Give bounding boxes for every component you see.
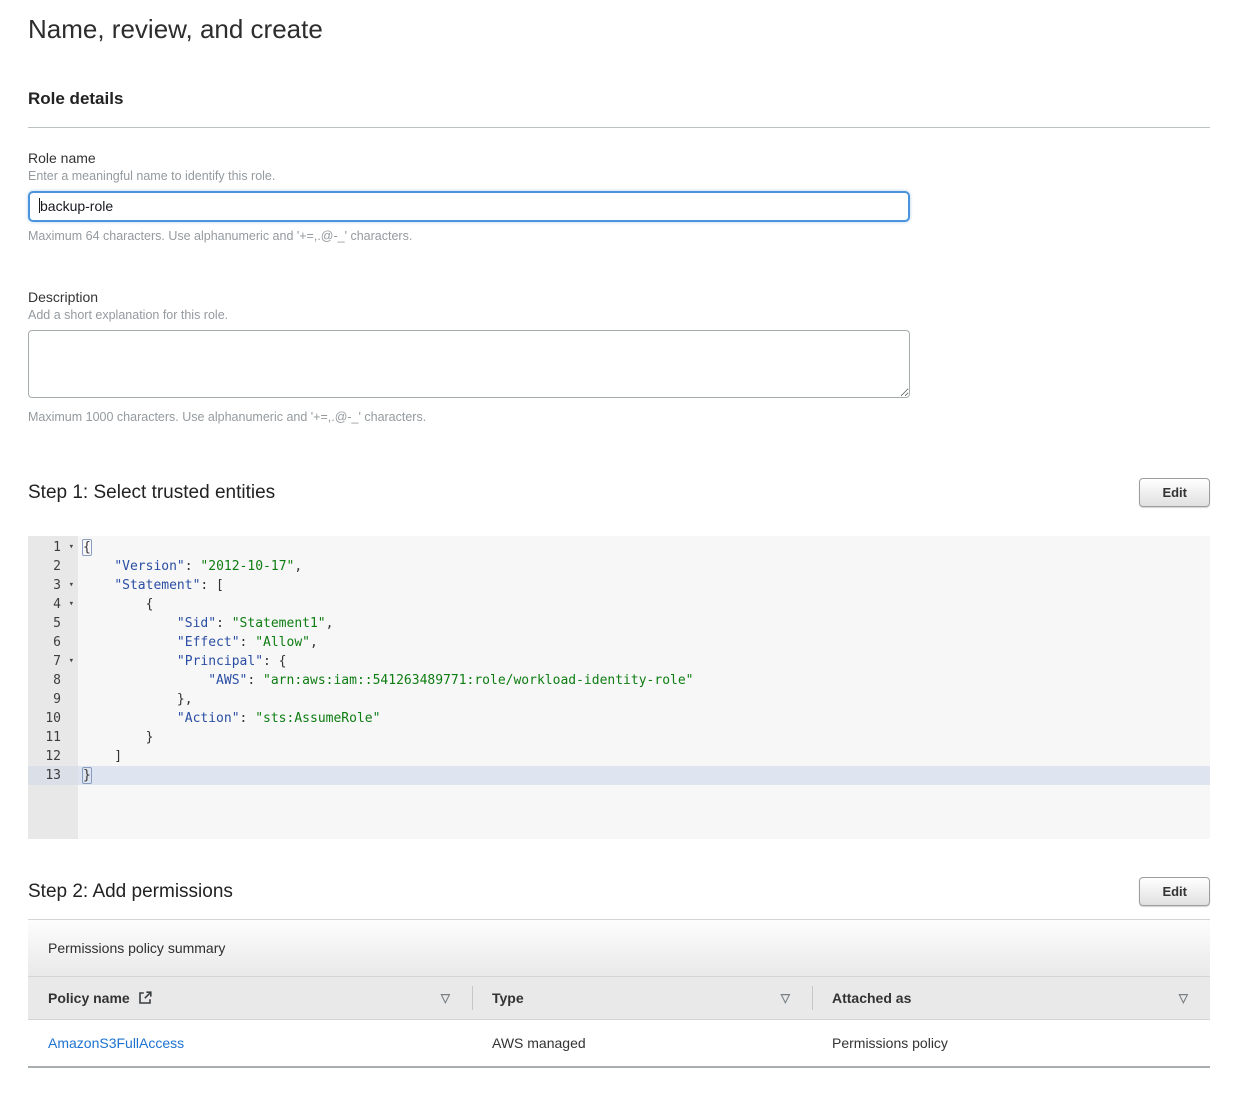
step1-edit-button[interactable]: Edit bbox=[1139, 478, 1210, 507]
attached-as-cell: Permissions policy bbox=[812, 1035, 1210, 1051]
code-line[interactable]: { bbox=[78, 595, 1210, 614]
gutter-line: 12 bbox=[28, 747, 78, 766]
step2-edit-button[interactable]: Edit bbox=[1139, 877, 1210, 906]
gutter-line: 8 bbox=[28, 671, 78, 690]
step1-heading: Step 1: Select trusted entities bbox=[28, 482, 275, 504]
filter-triangle-icon[interactable]: ▽ bbox=[441, 992, 450, 1004]
gutter-line: 3▾ bbox=[28, 576, 78, 595]
code-line[interactable]: "Effect": "Allow", bbox=[78, 633, 1210, 652]
code-line[interactable]: "AWS": "arn:aws:iam::541263489771:role/w… bbox=[78, 671, 1210, 690]
description-textarea[interactable] bbox=[28, 330, 910, 398]
section-divider bbox=[28, 127, 1210, 128]
code-line[interactable]: "Action": "sts:AssumeRole" bbox=[78, 709, 1210, 728]
gutter-line: 4▾ bbox=[28, 595, 78, 614]
gutter-line: 13 bbox=[28, 766, 78, 785]
gutter-line: 6 bbox=[28, 633, 78, 652]
step2-heading: Step 2: Add permissions bbox=[28, 881, 233, 903]
fold-arrow-icon[interactable]: ▾ bbox=[69, 653, 74, 670]
role-name-field: Role name Enter a meaningful name to ide… bbox=[28, 150, 1210, 243]
description-help: Add a short explanation for this role. bbox=[28, 308, 1210, 322]
step1-header-row: Step 1: Select trusted entities Edit bbox=[28, 478, 1210, 507]
page-title: Name, review, and create bbox=[28, 14, 1210, 45]
gutter-line: 1▾ bbox=[28, 538, 78, 557]
column-header-attached-as[interactable]: Attached as ▽ bbox=[812, 977, 1210, 1019]
role-name-input[interactable]: backup-role bbox=[28, 191, 910, 222]
role-name-value: backup-role bbox=[40, 198, 113, 214]
trust-policy-editor[interactable]: 1▾23▾4▾567▾8910111213 { "Version": "2012… bbox=[28, 536, 1210, 839]
external-link-icon bbox=[138, 991, 152, 1005]
code-line[interactable]: ] bbox=[78, 747, 1210, 766]
permissions-panel-title: Permissions policy summary bbox=[28, 920, 1210, 977]
role-name-label: Role name bbox=[28, 150, 1210, 166]
table-row: AmazonS3FullAccess AWS managed Permissio… bbox=[28, 1020, 1210, 1068]
code-line[interactable]: "Sid": "Statement1", bbox=[78, 614, 1210, 633]
policy-link[interactable]: AmazonS3FullAccess bbox=[48, 1035, 184, 1051]
fold-arrow-icon[interactable]: ▾ bbox=[69, 596, 74, 613]
fold-arrow-icon[interactable]: ▾ bbox=[69, 577, 74, 594]
filter-triangle-icon[interactable]: ▽ bbox=[1179, 992, 1188, 1004]
filter-triangle-icon[interactable]: ▽ bbox=[781, 992, 790, 1004]
column-header-policy-name[interactable]: Policy name ▽ bbox=[28, 977, 472, 1019]
description-field: Description Add a short explanation for … bbox=[28, 289, 1210, 424]
role-name-hint: Maximum 64 characters. Use alphanumeric … bbox=[28, 229, 1210, 243]
gutter-line: 7▾ bbox=[28, 652, 78, 671]
code-line[interactable]: } bbox=[78, 728, 1210, 747]
policy-type-cell: AWS managed bbox=[472, 1035, 812, 1051]
role-name-help: Enter a meaningful name to identify this… bbox=[28, 169, 1210, 183]
code-line[interactable]: "Principal": { bbox=[78, 652, 1210, 671]
gutter-line: 9 bbox=[28, 690, 78, 709]
table-header-row: Policy name ▽ Type ▽ Attached as ▽ bbox=[28, 977, 1210, 1020]
code-line[interactable]: { bbox=[78, 538, 1210, 557]
step2-header-row: Step 2: Add permissions Edit bbox=[28, 877, 1210, 906]
editor-content[interactable]: { "Version": "2012-10-17", "Statement": … bbox=[78, 536, 1210, 839]
fold-arrow-icon[interactable]: ▾ bbox=[69, 539, 74, 556]
policy-name-cell: AmazonS3FullAccess bbox=[28, 1035, 472, 1051]
gutter-line: 11 bbox=[28, 728, 78, 747]
editor-gutter: 1▾23▾4▾567▾8910111213 bbox=[28, 536, 78, 839]
gutter-line: 10 bbox=[28, 709, 78, 728]
gutter-line: 2 bbox=[28, 557, 78, 576]
code-line[interactable]: } bbox=[78, 766, 1210, 785]
code-line[interactable]: }, bbox=[78, 690, 1210, 709]
description-hint: Maximum 1000 characters. Use alphanumeri… bbox=[28, 410, 1210, 424]
role-details-heading: Role details bbox=[28, 89, 1210, 109]
column-header-type[interactable]: Type ▽ bbox=[472, 977, 812, 1019]
description-label: Description bbox=[28, 289, 1210, 305]
gutter-line: 5 bbox=[28, 614, 78, 633]
permissions-panel: Permissions policy summary Policy name ▽… bbox=[28, 919, 1210, 1068]
code-line[interactable]: "Statement": [ bbox=[78, 576, 1210, 595]
code-line[interactable]: "Version": "2012-10-17", bbox=[78, 557, 1210, 576]
